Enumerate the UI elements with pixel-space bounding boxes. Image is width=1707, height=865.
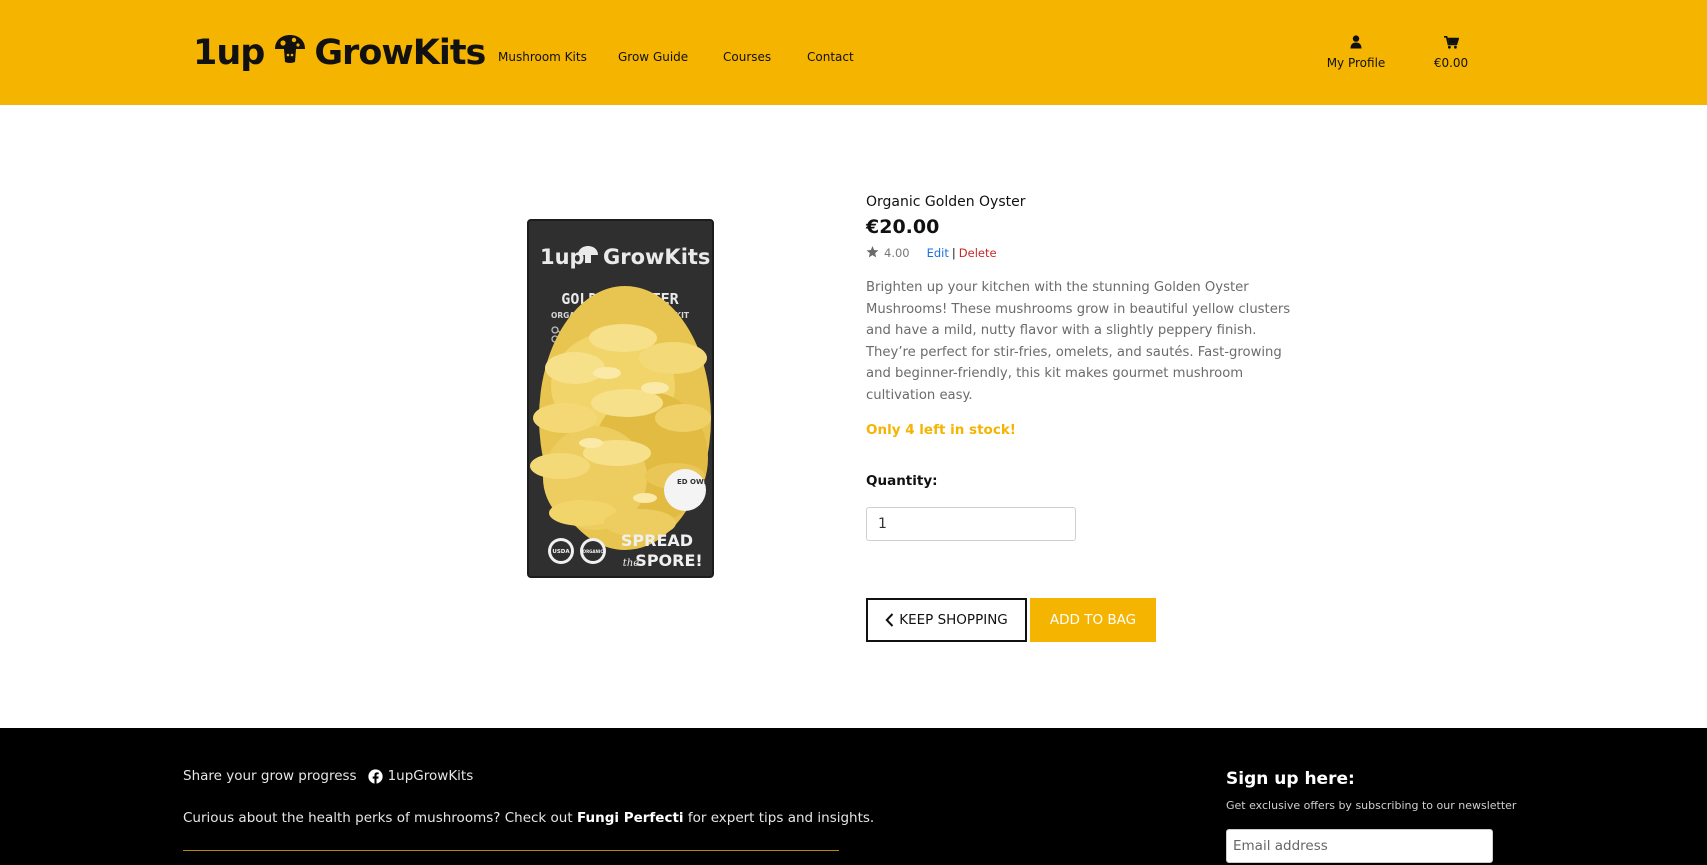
box-brand-prefix: 1up [540,245,585,269]
signup-title: Sign up here: [1226,769,1355,789]
product-description: Brighten up your kitchen with the stunni… [866,280,1291,403]
product-image: 1up GrowKits GOLDEN OYSTER ORGANIC MUSHR… [505,218,755,580]
profile-label: My Profile [1326,56,1386,70]
cart-link[interactable]: €0.00 [1425,34,1477,70]
box-brand-suffix: GrowKits [603,245,710,269]
keep-shopping-button[interactable]: KEEP SHOPPING [866,598,1027,642]
delete-product-link[interactable]: Delete [959,246,997,260]
star-icon [866,245,879,261]
logo-suffix: GrowKits [314,33,486,73]
social-handle-link[interactable]: 1upGrowKits [388,768,474,784]
nav-mushroom-kits[interactable]: Mushroom Kits [498,50,587,64]
my-profile-link[interactable]: My Profile [1323,34,1389,70]
share-row: Share your grow progress 1upGrowKits [183,768,473,784]
link-separator: | [951,246,956,260]
badge-organic: ORGANIC [583,549,604,554]
rating-row: 4.00 Edit | Delete [866,245,997,261]
box-slogan-3: SPORE! [635,551,702,570]
user-icon [1350,34,1362,53]
health-perks-text: Curious about the health perks of mushro… [183,810,874,826]
add-to-bag-button[interactable]: ADD TO BAG [1030,598,1156,642]
footer-divider [183,850,839,851]
site-header: 1up GrowKits Mushroom Kits Grow Guide Co… [0,0,1707,105]
rating-value: 4.00 [884,246,910,260]
share-text: Share your grow progress [183,768,357,784]
fungi-perfecti-link[interactable]: Fungi Perfecti [577,810,684,826]
logo-prefix: 1up [193,33,265,73]
cart-icon [1443,34,1459,53]
quantity-label: Quantity: [866,473,938,489]
mushroom-logo-icon [273,33,307,73]
facebook-icon[interactable] [367,768,383,784]
badge-usda: USDA [552,549,570,555]
cart-total: €0.00 [1433,56,1469,70]
keep-shopping-label: KEEP SHOPPING [899,612,1008,628]
box-slogan-1: SPREAD [621,531,693,550]
box-sticker-text: ED OWN [677,478,710,486]
site-logo[interactable]: 1up GrowKits [193,32,486,74]
nav-contact[interactable]: Contact [807,50,854,64]
newsletter-email-input[interactable] [1226,829,1493,863]
nav-courses[interactable]: Courses [723,50,771,64]
edit-product-link[interactable]: Edit [927,246,949,260]
quantity-input[interactable] [866,507,1076,541]
curious-after: for expert tips and insights. [683,810,875,826]
chevron-left-icon [885,613,894,627]
nav-grow-guide[interactable]: Grow Guide [618,50,688,64]
product-title: Organic Golden Oyster [866,194,1026,210]
signup-subtitle: Get exclusive offers by subscribing to o… [1226,799,1517,812]
product-price: €20.00 [866,216,940,238]
curious-before: Curious about the health perks of mushro… [183,810,577,826]
stock-message: Only 4 left in stock! [866,422,1016,438]
